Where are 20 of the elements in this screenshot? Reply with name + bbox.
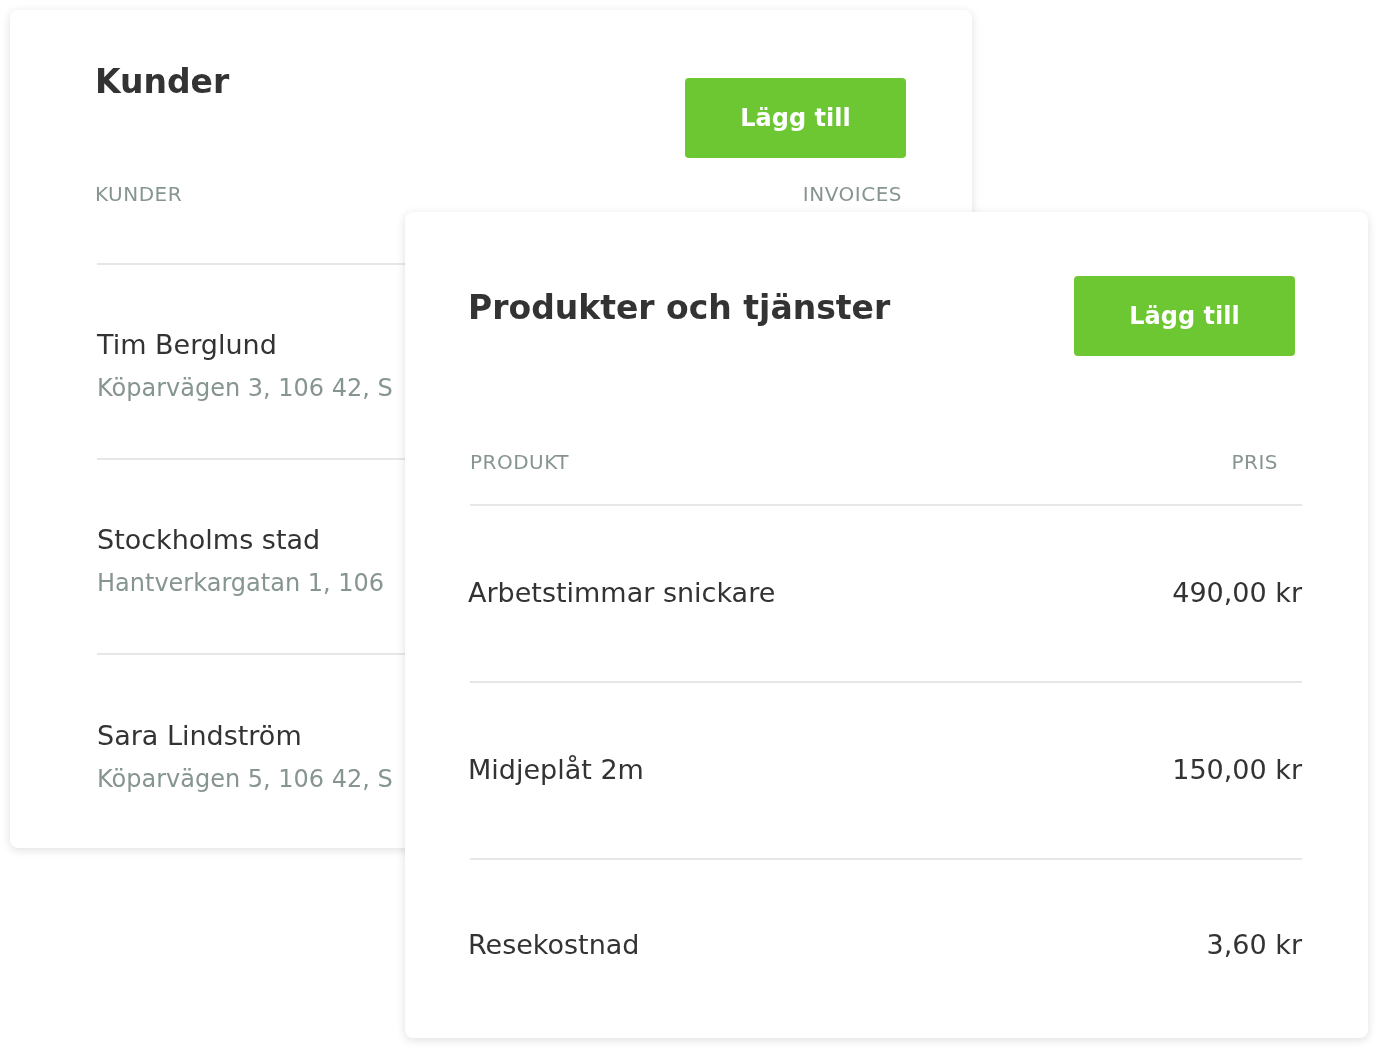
- customer-name: Sara Lindström: [97, 719, 302, 754]
- product-price: 3,60 kr: [1206, 927, 1302, 962]
- column-header: KUNDER: [95, 181, 183, 208]
- product-price: 490,00 kr: [1172, 576, 1302, 611]
- add-button[interactable]: Lägg till: [1074, 276, 1295, 356]
- product-name: Arbetstimmar snickare: [468, 576, 776, 611]
- product-name: Midjeplåt 2m: [468, 753, 644, 788]
- product-price: 150,00 kr: [1172, 753, 1302, 788]
- column-header: PRODUKT: [470, 449, 570, 476]
- customer-name: Tim Berglund: [97, 328, 277, 363]
- customer-name: Stockholms stad: [97, 523, 321, 558]
- customer-address: Köparvägen 3, 106 42, S: [97, 372, 393, 404]
- column-header: INVOICES: [802, 181, 902, 208]
- add-button[interactable]: Lägg till: [685, 78, 906, 158]
- customer-address: Köparvägen 5, 106 42, S: [97, 763, 393, 795]
- product-name: Resekostnad: [468, 927, 640, 962]
- card-title: Kunder: [95, 62, 230, 102]
- customer-address: Hantverkargatan 1, 106: [97, 567, 385, 599]
- card-title: Produkter och tjänster: [468, 288, 891, 328]
- column-header: PRIS: [1231, 449, 1278, 476]
